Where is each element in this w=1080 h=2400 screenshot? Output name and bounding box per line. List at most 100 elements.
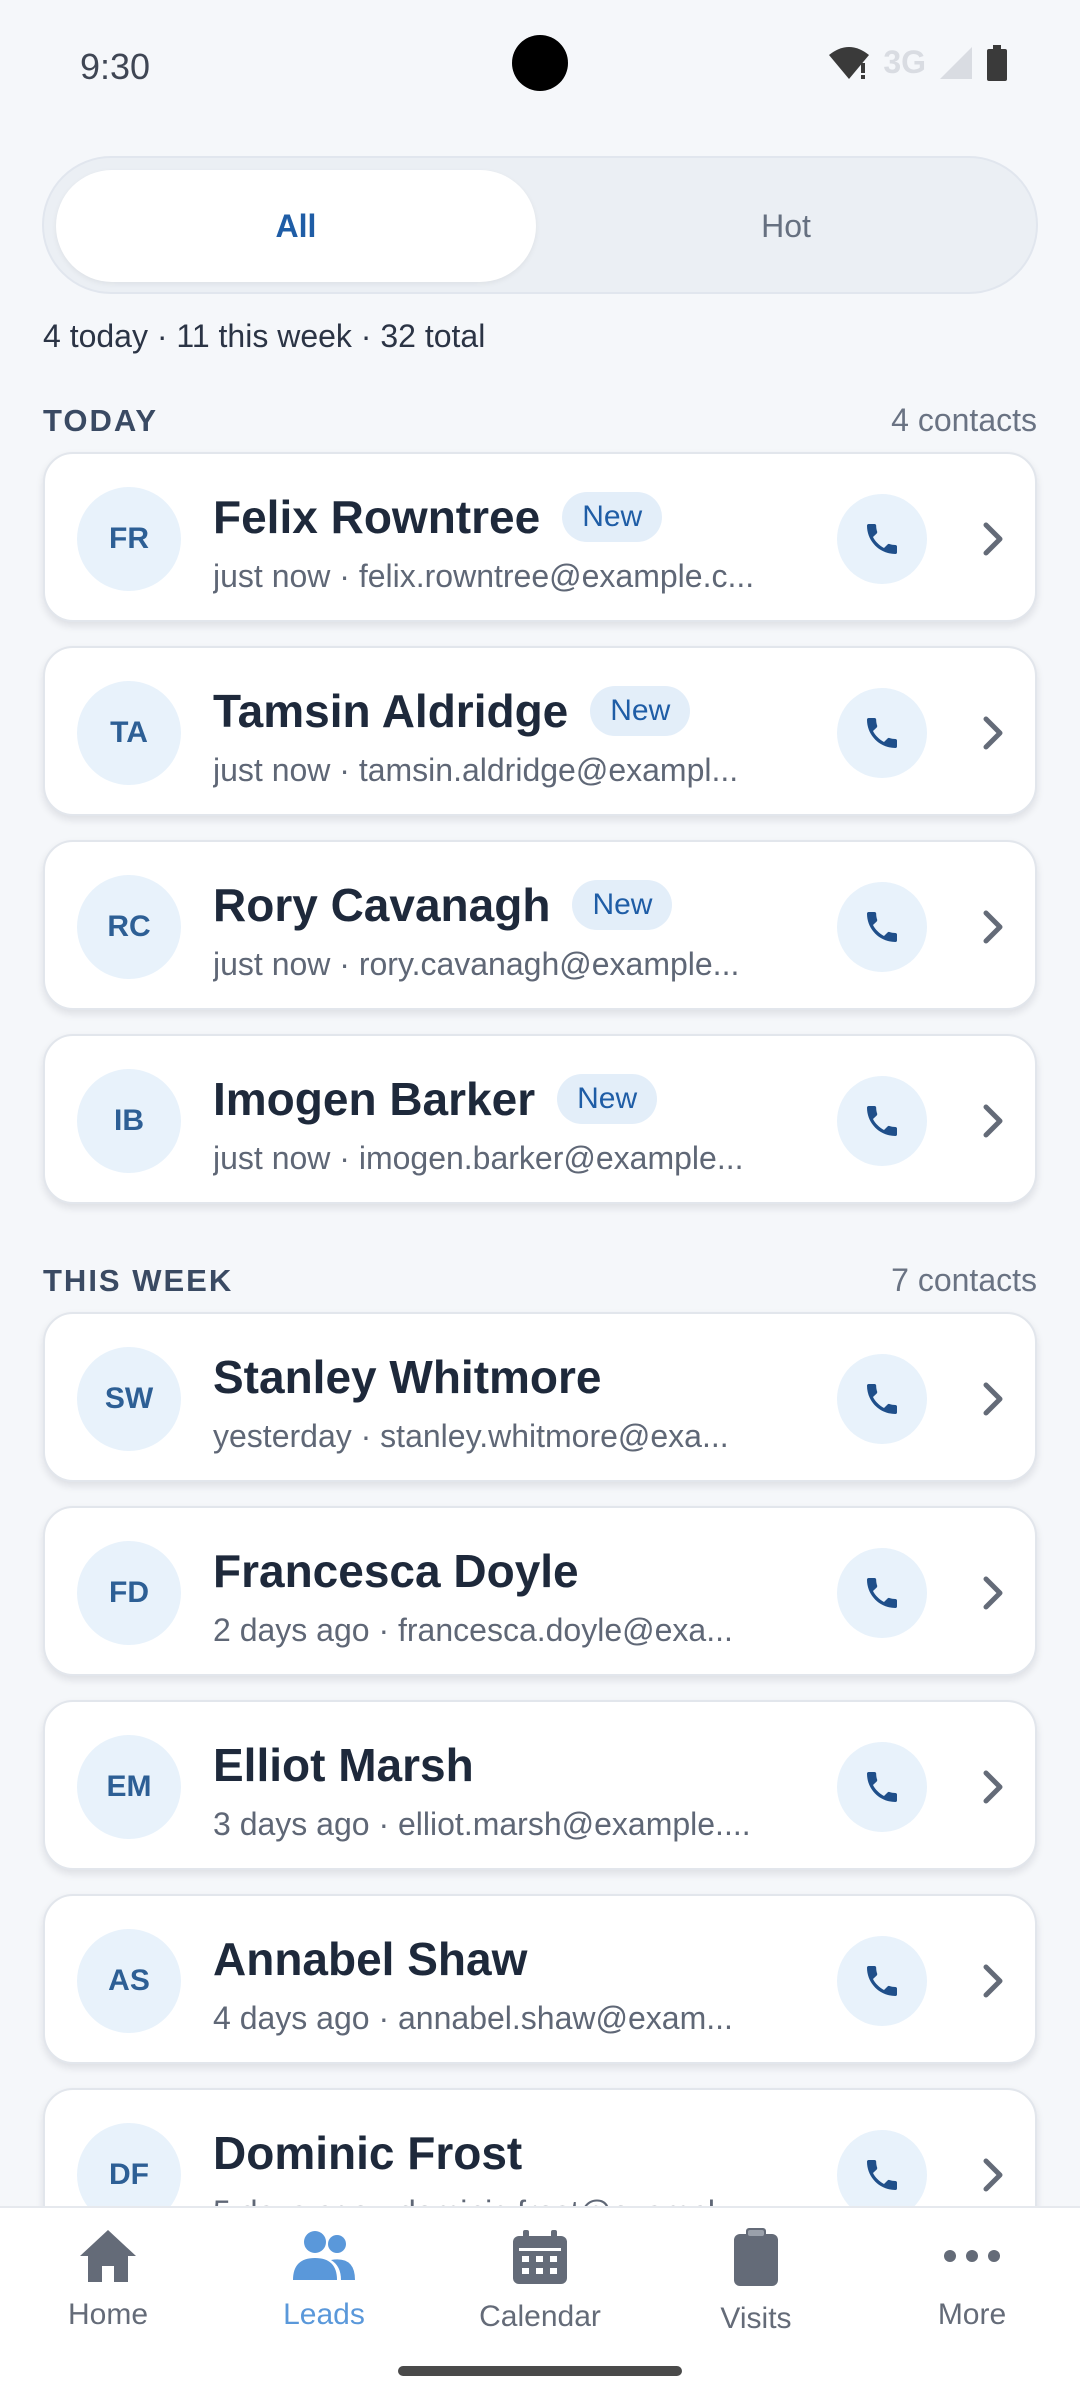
chevron-right-icon — [983, 1104, 1003, 1138]
avatar: TA — [77, 681, 181, 785]
lead-meta: just now · imogen.barker@example... — [213, 1140, 744, 1176]
name-row: Rory Cavanagh New — [213, 876, 853, 934]
open-lead-button[interactable] — [963, 1091, 1023, 1151]
lead-info: Felix Rowntree New just now · felix.rowntr… — [213, 488, 853, 595]
name-row: Francesca Doyle — [213, 1542, 853, 1600]
call-button[interactable] — [837, 1742, 927, 1832]
nav-label: Leads — [283, 2298, 365, 2331]
nav-label: Calendar — [479, 2300, 601, 2333]
chevron-right-icon — [983, 716, 1003, 750]
open-lead-button[interactable] — [963, 509, 1023, 569]
lead-meta: just now · felix.rowntree@example.c... — [213, 558, 755, 594]
nav-label: More — [937, 2298, 1007, 2331]
lead-meta: 3 days ago · elliot.marsh@example.... — [213, 1806, 751, 1842]
nav-label: Visits — [720, 2302, 792, 2335]
lead-info: Francesca Doyle 2 days ago · francesca.do… — [213, 1542, 853, 1649]
lead-name: Imogen Barker — [213, 1073, 536, 1125]
name-row: Dominic Frost — [213, 2124, 853, 2182]
call-button[interactable] — [837, 1936, 927, 2026]
tab-all[interactable]: All — [56, 170, 536, 282]
lead-name: Stanley Whitmore — [213, 1351, 602, 1403]
chevron-right-icon — [983, 1576, 1003, 1610]
chevron-right-icon — [983, 1964, 1003, 1998]
more-icon — [944, 2250, 1000, 2262]
avatar: AS — [77, 1929, 181, 2033]
avatar: SW — [77, 1347, 181, 1451]
lead-card[interactable]: SW Stanley Whitmore yesterday · stanley.wh… — [43, 1312, 1037, 1482]
lead-summary: 4 today · 11 this week · 32 total — [43, 318, 486, 354]
phone-icon — [867, 2160, 897, 2190]
nav-visits[interactable]: Visits — [648, 2228, 864, 2358]
lead-meta: 2 days ago · francesca.doyle@exa... — [213, 1612, 733, 1648]
section-title: TODAY — [43, 402, 159, 438]
nav-home[interactable]: Home — [0, 2228, 216, 2358]
section-title: THIS WEEK — [43, 1262, 234, 1298]
lead-name: Tamsin Aldridge — [213, 685, 569, 737]
lead-card[interactable]: IB Imogen Barker New just now · imogen.bark… — [43, 1034, 1037, 1204]
phone-icon — [867, 1578, 897, 1608]
lead-name: Rory Cavanagh — [213, 879, 551, 931]
open-lead-button[interactable] — [963, 897, 1023, 957]
tab-hot[interactable]: Hot — [546, 170, 1026, 282]
phone-icon — [867, 1772, 897, 1802]
lead-card[interactable]: FR Felix Rowntree New just now · felix.rown… — [43, 452, 1037, 622]
lead-card[interactable]: RC Rory Cavanagh New just now · rory.cavana… — [43, 840, 1037, 1010]
name-row: Annabel Shaw — [213, 1930, 853, 1988]
chevron-right-icon — [983, 2158, 1003, 2192]
avatar: IB — [77, 1069, 181, 1173]
chevron-right-icon — [983, 522, 1003, 556]
network-type: 3G — [883, 44, 926, 80]
call-button[interactable] — [837, 1548, 927, 1638]
call-button[interactable] — [837, 882, 927, 972]
lead-info: Imogen Barker New just now · imogen.barker… — [213, 1070, 853, 1177]
phone-icon — [867, 1384, 897, 1414]
lead-name: Dominic Frost — [213, 2127, 523, 2179]
home-indicator — [398, 2366, 682, 2376]
lead-card[interactable]: TA Tamsin Aldridge New just now · tamsin.al… — [43, 646, 1037, 816]
call-button[interactable] — [837, 688, 927, 778]
phone-icon — [867, 1106, 897, 1136]
lead-meta: yesterday · stanley.whitmore@exa... — [213, 1418, 729, 1454]
chevron-right-icon — [983, 1770, 1003, 1804]
lead-info: Annabel Shaw 4 days ago · annabel.shaw@ex… — [213, 1930, 853, 2037]
wifi-icon — [829, 46, 870, 79]
name-row: Imogen Barker New — [213, 1070, 853, 1128]
lead-name: Francesca Doyle — [213, 1545, 579, 1597]
section-count: 4 contacts — [891, 402, 1037, 438]
people-icon — [293, 2231, 355, 2280]
new-badge: New — [562, 492, 663, 542]
new-badge: New — [590, 686, 691, 736]
calendar-icon — [513, 2230, 567, 2284]
lead-info: Elliot Marsh 3 days ago · elliot.marsh@ex… — [213, 1736, 853, 1843]
home-icon — [80, 2230, 136, 2282]
call-button[interactable] — [837, 494, 927, 584]
avatar: EM — [77, 1735, 181, 1839]
section-header-this-week: THIS WEEK 7 contacts — [43, 1262, 1037, 1299]
status-time: 9:30 — [80, 46, 151, 87]
lead-meta: just now · tamsin.aldridge@exampl... — [213, 752, 739, 788]
lead-card[interactable]: EM Elliot Marsh 3 days ago · elliot.marsh@… — [43, 1700, 1037, 1870]
lead-card[interactable]: AS Annabel Shaw 4 days ago · annabel.shaw@… — [43, 1894, 1037, 2064]
open-lead-button[interactable] — [963, 2145, 1023, 2205]
open-lead-button[interactable] — [963, 1369, 1023, 1429]
lead-filter-tabs: All Hot — [42, 156, 1038, 294]
nav-leads[interactable]: Leads — [216, 2228, 432, 2358]
call-button[interactable] — [837, 1354, 927, 1444]
nav-calendar[interactable]: Calendar — [432, 2228, 648, 2358]
lead-card[interactable]: FD Francesca Doyle 2 days ago · francesca.… — [43, 1506, 1037, 1676]
lead-info: Stanley Whitmore yesterday · stanley.whit… — [213, 1348, 853, 1455]
name-row: Stanley Whitmore — [213, 1348, 853, 1406]
open-lead-button[interactable] — [963, 703, 1023, 763]
lead-info: Rory Cavanagh New just now · rory.cavanagh… — [213, 876, 853, 983]
open-lead-button[interactable] — [963, 1563, 1023, 1623]
avatar: RC — [77, 875, 181, 979]
call-button[interactable] — [837, 1076, 927, 1166]
open-lead-button[interactable] — [963, 1951, 1023, 2011]
new-badge: New — [572, 880, 673, 930]
open-lead-button[interactable] — [963, 1757, 1023, 1817]
clipboard-icon — [734, 2228, 778, 2286]
name-row: Elliot Marsh — [213, 1736, 853, 1794]
camera-cutout — [512, 35, 568, 91]
nav-more[interactable]: More — [864, 2228, 1080, 2358]
lead-name: Felix Rowntree — [213, 491, 541, 543]
